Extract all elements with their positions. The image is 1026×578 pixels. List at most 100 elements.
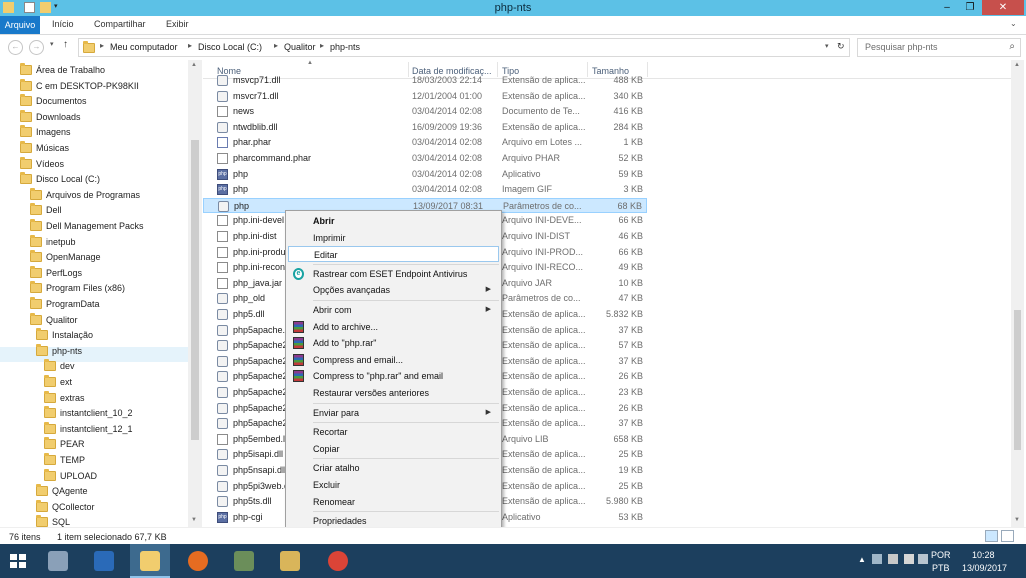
taskbar-file-explorer[interactable] [130, 544, 170, 578]
file-list-scroll-thumb[interactable] [1014, 310, 1021, 450]
clock-date[interactable]: 13/09/2017 [962, 563, 1007, 573]
tab-compartilhar[interactable]: Compartilhar [94, 19, 146, 29]
file-row[interactable]: msvcr71.dll 12/01/2004 01:00 Extensão de a… [203, 89, 647, 104]
tab-exibir[interactable]: Exibir [166, 19, 189, 29]
menu-item-label: Criar atalho [313, 463, 360, 474]
taskbar-app[interactable] [224, 544, 264, 578]
maximize-button[interactable]: ❐ [959, 0, 981, 15]
scroll-up-icon[interactable]: ▲ [191, 62, 197, 68]
ribbon-tabs: Arquivo Início Compartilhar Exibir ⌄ [0, 16, 1026, 35]
file-row[interactable]: php php 03/04/2014 02:08 Imagem GIF 3 KB [203, 182, 647, 197]
menu-item[interactable]: Enviar para ▶ [288, 405, 499, 421]
close-button[interactable]: ✕ [982, 0, 1024, 15]
menu-item[interactable]: Abrir [288, 213, 499, 229]
menu-item-label: Rastrear com ESET Endpoint Antivirus [313, 268, 468, 279]
menu-item[interactable]: Recortar [288, 424, 499, 440]
start-button[interactable] [0, 544, 40, 578]
menu-item[interactable]: Abrir com ▶ [288, 302, 499, 318]
minimize-button[interactable]: – [936, 0, 958, 15]
file-size: 5.980 KB [605, 496, 643, 507]
tray-network-icon[interactable] [888, 554, 898, 564]
column-divider[interactable] [647, 62, 648, 77]
file-row[interactable]: phar.phar 03/04/2014 02:08 Arquivo em Lote… [203, 135, 647, 150]
taskbar-powershell[interactable] [84, 544, 124, 578]
file-row[interactable]: ntwdblib.dll 16/09/2009 19:36 Extensão de … [203, 120, 647, 135]
taskbar-firefox[interactable] [178, 544, 218, 578]
ribbon-expand-icon[interactable]: ⌄ [1010, 19, 1017, 28]
show-hidden-icons[interactable]: ▲ [858, 555, 866, 564]
chevron-right-icon[interactable]: ▸ [320, 41, 324, 50]
refresh-icon[interactable]: ↻ [837, 41, 845, 52]
tree-item-label: Dell Management Packs [46, 221, 144, 231]
file-row[interactable]: news 03/04/2014 02:08 Documento de Te... 41… [203, 104, 647, 119]
file-type: Arquivo INI-DIST [502, 231, 571, 241]
file-size: 53 KB [618, 511, 643, 522]
tab-inicio[interactable]: Início [52, 19, 74, 29]
scroll-up-icon[interactable]: ▲ [1014, 62, 1020, 68]
file-gear-icon [217, 480, 228, 492]
file-type: Aplicativo [502, 511, 541, 522]
taskbar-tools[interactable] [270, 544, 310, 578]
menu-item[interactable]: e Rastrear com ESET Endpoint Antivirus [288, 266, 499, 282]
up-arrow-icon[interactable]: ↑ [63, 39, 68, 50]
tray-volume-icon[interactable] [904, 554, 914, 564]
breadcrumb-disco-local[interactable]: Disco Local (C:) [198, 42, 262, 52]
menu-item[interactable]: Excluir [288, 477, 499, 493]
menu-item-label: Add to archive... [313, 321, 379, 332]
scroll-down-icon[interactable]: ▼ [191, 517, 197, 523]
menu-item[interactable]: Restaurar versões anteriores [288, 385, 499, 401]
clock-time[interactable]: 10:28 [972, 550, 995, 560]
folder-icon [30, 219, 42, 231]
menu-item[interactable]: Renomear [288, 494, 499, 510]
file-row[interactable]: msvcp71.dll 18/03/2003 22:14 Extensão de a… [203, 73, 647, 88]
address-dropdown-icon[interactable]: ▾ [825, 42, 829, 50]
large-icons-view-button[interactable] [1001, 530, 1014, 542]
input-language[interactable]: POR [931, 550, 951, 560]
details-view-button[interactable] [985, 530, 998, 542]
file-gear-icon [217, 75, 228, 86]
search-input[interactable]: Pesquisar php-nts ⌕ [857, 38, 1021, 57]
file-list-scrollbar[interactable]: ▲ ▼ [1011, 60, 1024, 527]
menu-item[interactable]: Editar [288, 246, 499, 263]
menu-item[interactable]: Compress and email... [288, 352, 499, 368]
recent-chevron-icon[interactable]: ▾ [50, 40, 54, 48]
taskbar-chrome[interactable] [318, 544, 358, 578]
menu-item[interactable]: Criar atalho [288, 460, 499, 476]
scroll-down-icon[interactable]: ▼ [1014, 517, 1020, 523]
taskbar-server-manager[interactable] [38, 544, 78, 578]
forward-button[interactable]: → [29, 40, 44, 55]
keyboard-layout[interactable]: PTB [932, 563, 950, 573]
tray-app-icon[interactable] [872, 554, 882, 564]
folder-icon [44, 390, 56, 403]
file-name: news [233, 106, 255, 117]
file-row[interactable]: pharcommand.phar 03/04/2014 02:08 Arquivo … [203, 151, 647, 166]
back-button[interactable]: ← [8, 40, 23, 55]
folder-icon [44, 406, 56, 419]
tab-arquivo[interactable]: Arquivo [0, 16, 40, 34]
chevron-right-icon[interactable]: ▸ [274, 41, 278, 50]
menu-item[interactable]: Compress to "php.rar" and email [288, 368, 499, 384]
chevron-right-icon[interactable]: ▸ [100, 41, 104, 50]
navigation-scrollbar[interactable]: ▲ ▼ [188, 60, 202, 527]
tools-icon [280, 551, 300, 571]
menu-item-label: Compress to "php.rar" and email [313, 371, 443, 382]
breadcrumb-meu-computador[interactable]: Meu computador [110, 42, 178, 52]
file-name: ntwdblib.dll [233, 121, 278, 132]
address-bar[interactable]: ▸ Meu computador ▸ Disco Local (C:) ▸ Qu… [78, 38, 850, 57]
firefox-icon [188, 551, 208, 571]
search-icon[interactable]: ⌕ [1009, 41, 1015, 52]
menu-item[interactable]: Opções avançadas ▶ [288, 282, 499, 298]
breadcrumb-qualitor[interactable]: Qualitor [284, 42, 316, 52]
menu-item[interactable]: Add to "php.rar" [288, 335, 499, 351]
file-gear-icon [217, 387, 228, 398]
menu-item[interactable]: Copiar [288, 441, 499, 457]
menu-item[interactable]: Imprimir [288, 230, 499, 246]
file-gear-icon [217, 324, 228, 336]
tray-eset-icon[interactable] [918, 554, 928, 564]
menu-item[interactable]: Add to archive... [288, 319, 499, 335]
chevron-right-icon[interactable]: ▸ [188, 41, 192, 50]
window-title: php-nts [494, 2, 532, 14]
file-row[interactable]: php php 03/04/2014 02:08 Aplicativo 59 KB [203, 167, 647, 182]
breadcrumb-php-nts[interactable]: php-nts [330, 42, 360, 52]
navigation-scroll-thumb[interactable] [191, 140, 199, 440]
